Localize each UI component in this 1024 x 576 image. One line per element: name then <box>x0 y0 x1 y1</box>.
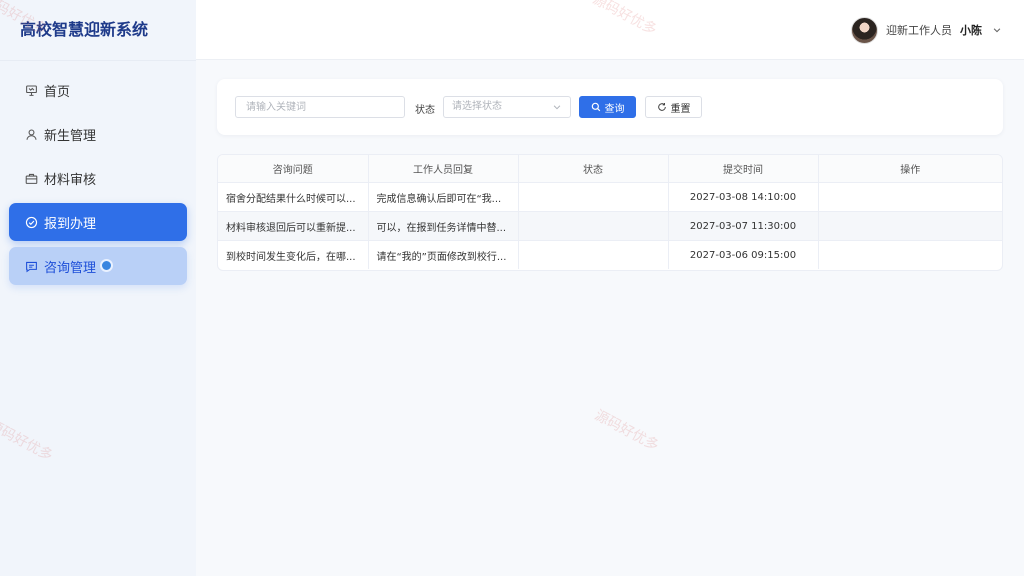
briefcase-icon <box>24 171 38 185</box>
user-menu[interactable]: 迎新工作人员 小陈 <box>851 16 1002 44</box>
sidebar: 高校智慧迎新系统 首页 新生管理 材料审核 报到办理 咨询管理 <box>0 0 196 576</box>
keyword-input[interactable] <box>235 96 405 118</box>
sidebar-item-students[interactable]: 新生管理 <box>9 115 187 153</box>
cell-status <box>518 240 669 269</box>
filter-panel: 状态 请选择状态 查询 重置 <box>217 79 1003 135</box>
cell-reply: 完成信息确认后即可在“我... <box>368 182 519 212</box>
chat-bubble-icon <box>24 259 38 273</box>
cell-status <box>518 211 669 241</box>
query-button[interactable]: 查询 <box>579 96 636 118</box>
search-icon <box>591 102 600 112</box>
table-row[interactable]: 到校时间发生变化后，在哪... 请在“我的”页面修改到校行... 2027-03… <box>218 240 1002 270</box>
check-circle-icon <box>24 215 38 229</box>
cell-reply: 请在“我的”页面修改到校行... <box>368 240 519 269</box>
query-button-label: 查询 <box>604 103 625 115</box>
column-header-reply: 工作人员回复 <box>368 155 519 183</box>
cell-action[interactable] <box>818 182 1002 212</box>
column-header-status: 状态 <box>518 155 669 183</box>
table-header-row: 咨询问题 工作人员回复 状态 提交时间 操作 <box>218 155 1002 183</box>
sidebar-item-checkin[interactable]: 报到办理 <box>9 203 187 241</box>
table-row[interactable]: 材料审核退回后可以重新提... 可以，在报到任务详情中替... 2027-03-… <box>218 211 1002 241</box>
cell-reply: 可以，在报到任务详情中替... <box>368 211 519 241</box>
user-role: 迎新工作人员 <box>886 24 952 37</box>
cell-time: 2027-03-08 14:10:00 <box>668 182 819 212</box>
table-row[interactable]: 宿舍分配结果什么时候可以... 完成信息确认后即可在“我... 2027-03-… <box>218 182 1002 212</box>
sidebar-item-label: 首页 <box>44 84 71 100</box>
watermark: 源码好优多 <box>591 407 662 455</box>
cell-time: 2027-03-07 11:30:00 <box>668 211 819 241</box>
cell-question: 材料审核退回后可以重新提... <box>218 211 369 241</box>
sidebar-item-label: 材料审核 <box>44 172 97 188</box>
cell-question: 到校时间发生变化后，在哪... <box>218 240 369 269</box>
state-label: 状态 <box>415 105 435 116</box>
state-select[interactable]: 请选择状态 <box>443 96 571 118</box>
consultation-table: 咨询问题 工作人员回复 状态 提交时间 操作 宿舍分配结果什么时候可以... 完… <box>217 154 1003 271</box>
cell-action[interactable] <box>818 211 1002 241</box>
column-header-question: 咨询问题 <box>218 155 369 183</box>
sidebar-item-label: 新生管理 <box>44 128 97 144</box>
sidebar-item-materials[interactable]: 材料审核 <box>9 159 187 197</box>
user-icon <box>24 127 38 141</box>
sidebar-item-home[interactable]: 首页 <box>9 71 187 109</box>
chevron-down-icon[interactable] <box>992 25 1002 35</box>
sidebar-item-label: 报到办理 <box>44 216 97 232</box>
presentation-board-icon <box>24 83 38 97</box>
chevron-down-icon <box>553 105 561 110</box>
cell-status <box>518 182 669 212</box>
column-header-time: 提交时间 <box>668 155 819 183</box>
cell-action[interactable] <box>818 241 1002 270</box>
app-title: 高校智慧迎新系统 <box>0 0 196 61</box>
reset-button-label: 重置 <box>670 103 691 115</box>
top-header: 迎新工作人员 小陈 <box>196 0 1024 60</box>
sidebar-item-label: 咨询管理 <box>44 260 97 276</box>
user-name: 小陈 <box>960 24 982 37</box>
refresh-icon <box>657 103 666 111</box>
cell-question: 宿舍分配结果什么时候可以... <box>218 182 369 212</box>
avatar[interactable] <box>851 16 878 44</box>
column-header-action: 操作 <box>818 155 1002 183</box>
sidebar-item-consult[interactable]: 咨询管理 <box>9 247 187 285</box>
state-select-placeholder: 请选择状态 <box>452 101 502 112</box>
reset-button[interactable]: 重置 <box>645 96 702 118</box>
cell-time: 2027-03-06 09:15:00 <box>668 240 819 269</box>
cursor-indicator <box>100 259 113 272</box>
